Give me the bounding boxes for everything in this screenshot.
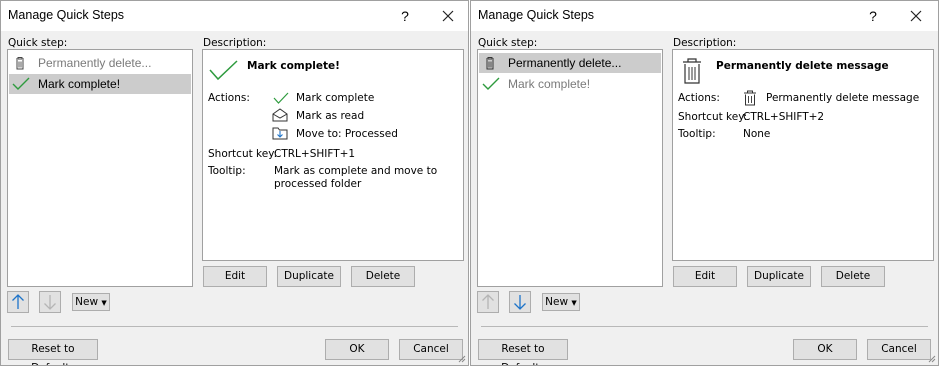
list-item-label: Mark complete!	[38, 77, 121, 91]
action-text: Permanently delete message	[766, 92, 920, 104]
checkmark-icon	[273, 92, 289, 108]
tooltip-value: Mark as complete and move to	[274, 165, 438, 177]
move-down-button[interactable]	[39, 291, 61, 313]
cancel-button[interactable]: Cancel	[867, 339, 931, 360]
edit-button[interactable]: Edit	[203, 266, 267, 287]
dialog-title: Manage Quick Steps	[478, 8, 595, 22]
edit-button[interactable]: Edit	[673, 266, 737, 287]
close-icon[interactable]	[438, 6, 458, 26]
separator	[11, 326, 458, 327]
manage-quick-steps-dialog-1: Manage Quick Steps ? Quick step: Descrip…	[0, 0, 469, 366]
close-icon[interactable]	[906, 6, 926, 26]
list-item-label: Permanently delete...	[508, 56, 622, 70]
large-trash-icon	[681, 57, 703, 88]
list-item-mark-complete[interactable]: Mark complete!	[9, 74, 191, 94]
description-panel: Mark complete! Actions: Mark complete Ma…	[202, 49, 464, 261]
description-panel: Permanently delete message Actions: Perm…	[672, 49, 934, 261]
reset-to-defaults-button[interactable]: Reset to Defaults	[8, 339, 98, 365]
separator	[481, 326, 928, 327]
list-item-label: Mark complete!	[508, 77, 591, 91]
actions-label: Actions:	[208, 92, 250, 104]
quick-step-name: Permanently delete message	[716, 60, 889, 72]
reset-to-defaults-button[interactable]: Reset to Defaults	[478, 339, 568, 365]
shortcut-key-label: Shortcut key:	[208, 148, 278, 160]
actions-label: Actions:	[678, 92, 720, 104]
arrow-up-icon	[12, 294, 24, 309]
quick-step-label: Quick step:	[8, 37, 68, 49]
move-up-button[interactable]	[7, 291, 29, 313]
delete-button[interactable]: Delete	[351, 266, 415, 287]
checkmark-icon	[482, 76, 500, 92]
trash-icon	[12, 55, 28, 71]
arrow-down-icon	[44, 295, 56, 310]
list-item-permanently-delete[interactable]: Permanently delete...	[479, 53, 661, 73]
checkmark-icon	[12, 76, 30, 92]
ok-button[interactable]: OK	[793, 339, 857, 360]
ok-button[interactable]: OK	[325, 339, 389, 360]
manage-quick-steps-dialog-2: Manage Quick Steps ? Quick step: Descrip…	[470, 0, 939, 366]
arrow-down-icon	[514, 295, 526, 310]
new-button-label: New	[75, 296, 99, 308]
arrow-up-icon	[482, 294, 494, 309]
help-button[interactable]: ?	[863, 6, 883, 26]
quick-step-list[interactable]: Permanently delete... Mark complete!	[7, 49, 193, 287]
envelope-open-icon	[272, 108, 288, 125]
tooltip-value-continued: processed folder	[274, 178, 362, 190]
tooltip-label: Tooltip:	[208, 165, 246, 177]
dropdown-arrow-icon: ▼	[101, 299, 107, 307]
description-label: Description:	[673, 37, 737, 49]
large-checkmark-icon	[209, 59, 239, 86]
action-text: Mark complete	[296, 92, 375, 104]
tooltip-value: None	[743, 128, 771, 140]
dropdown-arrow-icon: ▼	[571, 299, 577, 307]
delete-button[interactable]: Delete	[821, 266, 885, 287]
description-label: Description:	[203, 37, 267, 49]
duplicate-button[interactable]: Duplicate	[747, 266, 811, 287]
list-item-mark-complete[interactable]: Mark complete!	[479, 74, 661, 94]
quick-step-list[interactable]: Permanently delete... Mark complete!	[477, 49, 663, 287]
shortcut-key-value: CTRL+SHIFT+1	[274, 148, 356, 160]
shortcut-key-value: CTRL+SHIFT+2	[743, 111, 825, 123]
duplicate-button[interactable]: Duplicate	[277, 266, 341, 287]
dialog-title: Manage Quick Steps	[8, 8, 125, 22]
move-to-folder-icon	[272, 126, 288, 143]
resize-grip-icon[interactable]	[926, 353, 936, 363]
list-item-permanently-delete[interactable]: Permanently delete...	[9, 53, 191, 73]
title-bar: Manage Quick Steps ?	[1, 1, 468, 31]
action-text: Move to: Processed	[296, 128, 398, 140]
quick-step-name: Mark complete!	[247, 60, 340, 72]
trash-icon	[482, 55, 498, 71]
tooltip-label: Tooltip:	[678, 128, 716, 140]
list-item-label: Permanently delete...	[38, 56, 152, 70]
move-up-button[interactable]	[477, 291, 499, 313]
new-button[interactable]: New ▼	[72, 293, 110, 311]
cancel-button[interactable]: Cancel	[399, 339, 463, 360]
help-button[interactable]: ?	[395, 6, 415, 26]
title-bar: Manage Quick Steps ?	[471, 1, 938, 31]
new-button-label: New	[545, 296, 569, 308]
shortcut-key-label: Shortcut key:	[678, 111, 748, 123]
trash-icon	[743, 90, 757, 109]
quick-step-label: Quick step:	[478, 37, 538, 49]
move-down-button[interactable]	[509, 291, 531, 313]
resize-grip-icon[interactable]	[456, 353, 466, 363]
new-button[interactable]: New ▼	[542, 293, 580, 311]
action-text: Mark as read	[296, 110, 365, 122]
